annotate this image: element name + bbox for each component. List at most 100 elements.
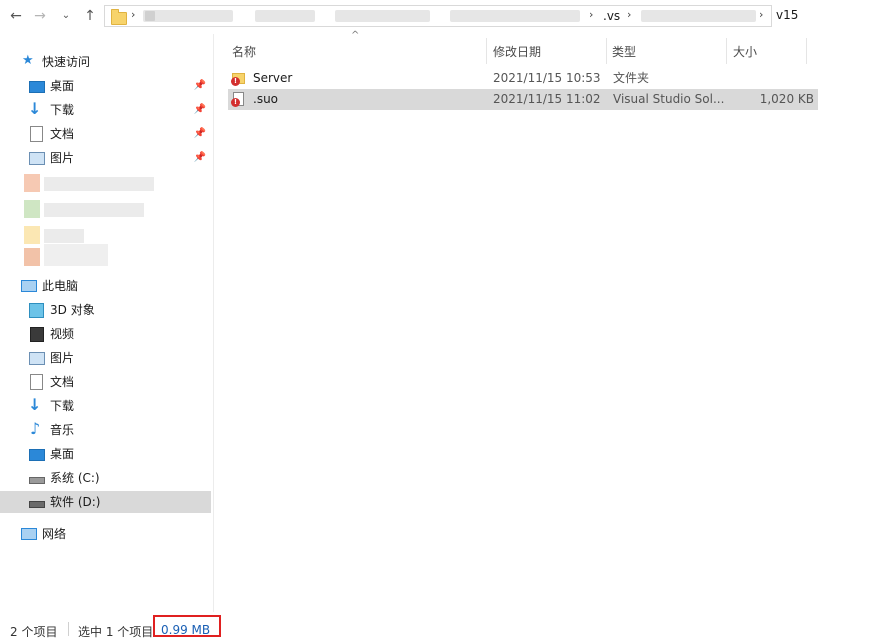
- column-separator[interactable]: [606, 38, 607, 64]
- redacted-folder-icon: [24, 226, 40, 244]
- file-type: 文件夹: [613, 71, 650, 85]
- sidebar-item-label: 系统 (C:): [50, 471, 100, 485]
- status-divider: [68, 622, 69, 636]
- sidebar-item-system-c[interactable]: 系统 (C:): [28, 467, 210, 489]
- toolbar: ← → ⌄ ↑ › › .vs › › v15: [0, 0, 873, 34]
- file-size: 1,020 KB: [759, 92, 814, 106]
- sidebar-item-label: 视频: [50, 327, 75, 341]
- sidebar-item-label: 3D 对象: [50, 303, 95, 317]
- redacted-block: [145, 11, 155, 21]
- redacted-label: [44, 203, 144, 217]
- cube-3d-icon: [29, 303, 44, 318]
- redacted-folder-icon: [24, 248, 40, 266]
- up-arrow-icon[interactable]: ↑: [80, 6, 100, 26]
- folder-with-error-icon: !: [231, 72, 245, 86]
- redacted-label: [44, 177, 154, 191]
- breadcrumb-separator-icon: ›: [627, 8, 632, 21]
- breadcrumb-v15[interactable]: v15: [776, 8, 798, 22]
- column-header-type[interactable]: 类型: [612, 40, 722, 64]
- column-header-name[interactable]: 名称: [232, 40, 482, 64]
- sidebar-quick-access[interactable]: ★ 快速访问: [20, 51, 210, 73]
- sidebar-item-desktop-pc[interactable]: 桌面: [28, 443, 210, 465]
- pin-icon[interactable]: 📌: [194, 147, 206, 169]
- address-bar[interactable]: › › .vs › ›: [104, 5, 772, 27]
- picture-icon: [29, 152, 45, 165]
- document-icon: [30, 126, 43, 142]
- sidebar-item-downloads-pc[interactable]: ↓ 下载: [28, 395, 210, 417]
- sidebar-network-label: 网络: [42, 527, 67, 541]
- video-icon: [30, 327, 44, 342]
- file-name: Server: [253, 71, 293, 85]
- sidebar-item-label: 下载: [50, 399, 75, 413]
- sidebar-this-pc[interactable]: 此电脑: [20, 275, 210, 297]
- desktop-icon: [29, 81, 45, 93]
- download-icon: ↓: [28, 99, 42, 118]
- column-header-size[interactable]: 大小: [733, 40, 803, 64]
- sidebar-item-label: 软件 (D:): [50, 495, 101, 509]
- desktop-icon: [29, 449, 45, 461]
- redacted-breadcrumb: [255, 10, 315, 22]
- sidebar-item-pictures-pc[interactable]: 图片: [28, 347, 210, 369]
- star-icon: ★: [22, 53, 34, 68]
- column-separator[interactable]: [806, 38, 807, 64]
- file-name: .suo: [253, 92, 279, 106]
- pin-icon[interactable]: 📌: [194, 75, 206, 97]
- table-row[interactable]: ! .suo 2021/11/15 11:02 Visual Studio So…: [228, 89, 818, 110]
- sidebar-this-pc-label: 此电脑: [42, 279, 79, 293]
- status-selected-size: 0.99 MB: [161, 623, 211, 637]
- back-arrow-icon[interactable]: ←: [6, 6, 26, 26]
- sidebar-item-label: 图片: [50, 351, 75, 365]
- sidebar-item-software-d[interactable]: 软件 (D:): [0, 491, 211, 513]
- file-type: Visual Studio Sol...: [613, 92, 725, 106]
- file-list: ^ 名称 修改日期 类型 大小 ! Server 2021/11/15 10:5…: [214, 30, 873, 612]
- file-with-error-icon: !: [231, 92, 245, 107]
- redacted-label: [44, 244, 108, 266]
- forward-arrow-icon[interactable]: →: [30, 6, 50, 26]
- table-row[interactable]: ! Server 2021/11/15 10:53 文件夹: [228, 68, 818, 89]
- redacted-folder-icon: [24, 200, 40, 218]
- sidebar-item-music[interactable]: ♪ 音乐: [28, 419, 210, 441]
- status-bar: 2 个项目 选中 1 个项目 0.99 MB: [0, 612, 873, 641]
- sidebar-item-videos[interactable]: 视频: [28, 323, 210, 345]
- sidebar-item-label: 桌面: [50, 447, 75, 461]
- network-icon: [21, 528, 37, 540]
- sidebar-item-downloads[interactable]: ↓ 下载 📌: [28, 99, 210, 121]
- status-selected-count: 选中 1 个项目: [78, 625, 154, 639]
- breadcrumb-separator-icon: ›: [759, 8, 764, 21]
- breadcrumb-vs[interactable]: .vs: [603, 9, 620, 23]
- sidebar-item-documents-pc[interactable]: 文档: [28, 371, 210, 393]
- sidebar-item-label: 音乐: [50, 423, 75, 437]
- folder-icon: [111, 9, 127, 25]
- pin-icon[interactable]: 📌: [194, 123, 206, 145]
- status-item-count: 2 个项目: [10, 625, 58, 639]
- column-separator[interactable]: [726, 38, 727, 64]
- redacted-folder-icon: [24, 174, 40, 192]
- sidebar-item-3d-objects[interactable]: 3D 对象: [28, 299, 210, 321]
- pin-icon[interactable]: 📌: [194, 99, 206, 121]
- column-header-modified[interactable]: 修改日期: [493, 40, 603, 64]
- file-modified: 2021/11/15 10:53: [493, 71, 601, 85]
- recent-locations-chevron-icon[interactable]: ⌄: [58, 6, 74, 26]
- sidebar-item-label: 文档: [50, 375, 75, 389]
- music-note-icon: ♪: [30, 419, 41, 438]
- column-separator[interactable]: [486, 38, 487, 64]
- picture-icon: [29, 352, 45, 365]
- navigation-pane: ★ 快速访问 桌面 📌 ↓ 下载 📌 文档 📌 图片 📌 此电脑 3D 对象 视…: [0, 34, 212, 612]
- computer-icon: [21, 280, 37, 292]
- redacted-breadcrumb: [203, 10, 233, 22]
- redacted-breadcrumb: [641, 10, 756, 22]
- system-drive-icon: [29, 477, 45, 484]
- sidebar-quick-access-label: 快速访问: [42, 55, 91, 69]
- sidebar-network[interactable]: 网络: [20, 523, 210, 545]
- sidebar-item-documents[interactable]: 文档 📌: [28, 123, 210, 145]
- sidebar-item-desktop[interactable]: 桌面 📌: [28, 75, 210, 97]
- document-icon: [30, 374, 43, 390]
- redacted-breadcrumb: [335, 10, 430, 22]
- sidebar-item-pictures[interactable]: 图片 📌: [28, 147, 210, 169]
- sidebar-item-label: 下载: [50, 103, 75, 117]
- sidebar-item-label: 图片: [50, 151, 75, 165]
- download-icon: ↓: [28, 395, 42, 414]
- drive-icon: [29, 501, 45, 508]
- file-modified: 2021/11/15 11:02: [493, 92, 601, 106]
- redacted-label: [44, 229, 84, 243]
